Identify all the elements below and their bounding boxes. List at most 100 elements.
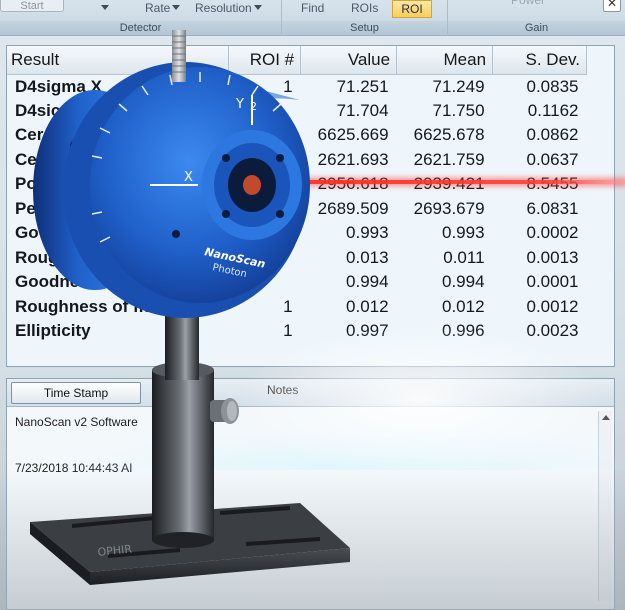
table-row[interactable]: D4sic 71.704 71.750 0.1162 <box>7 99 587 124</box>
results-header-row: Result ROI # Value Mean S. Dev. <box>7 46 587 75</box>
result-value: 6625.669 <box>317 125 389 145</box>
result-sdev: 0.0001 <box>526 272 579 292</box>
result-value: 0.994 <box>346 272 389 292</box>
header-value[interactable]: Value <box>300 46 398 75</box>
result-sdev: 0.0637 <box>526 149 579 169</box>
result-roi <box>229 270 301 295</box>
result-roi <box>229 123 301 148</box>
result-roi <box>229 221 301 246</box>
result-sdev: 0.0013 <box>526 247 579 267</box>
result-sdev: 0.0002 <box>526 223 579 243</box>
result-name: Ce <box>15 149 37 169</box>
result-name: Roughness of fit <box>15 296 150 316</box>
result-name: D4sigma X <box>15 76 102 96</box>
ribbon-toolbar: Start Rate Resolution Detector Find ROIs… <box>0 0 625 36</box>
result-name: Pe <box>15 198 36 218</box>
result-value: 0.012 <box>346 296 389 316</box>
result-mean: 0.993 <box>441 223 485 243</box>
result-sdev: 0.0862 <box>526 125 579 145</box>
rois-button[interactable]: ROIs <box>348 0 381 18</box>
notes-panel: Time Stamp Notes NanoScan v2 Software 7/… <box>6 378 615 610</box>
gain-group: Power ✕ Gain <box>448 0 625 36</box>
result-mean: 71.750 <box>432 100 485 120</box>
result-name: D4sic <box>15 100 61 120</box>
results-table: Result ROI # Value Mean S. Dev. D4sigma … <box>7 46 587 344</box>
table-row[interactable]: Po 2956.618 2939.421 8.5455 <box>7 172 587 197</box>
table-row[interactable]: Ce 2621.693 2621.759 0.0637 <box>7 148 587 173</box>
result-value: 0.997 <box>346 321 389 341</box>
table-row[interactable]: Goodnes 0.994 0.994 0.0001 <box>7 270 587 295</box>
table-row[interactable]: Pe 2689.509 2693.679 6.0831 <box>7 197 587 222</box>
result-mean: 2621.759 <box>413 149 485 169</box>
result-mean: 0.994 <box>441 272 485 292</box>
setup-group-label: Setup <box>282 21 447 35</box>
result-mean: 2693.679 <box>413 198 485 218</box>
result-roi: 1 <box>283 296 293 316</box>
result-mean: 0.011 <box>443 247 485 267</box>
result-value: 2621.693 <box>317 149 389 169</box>
result-mean: 0.012 <box>441 296 485 316</box>
laser-beam <box>250 180 625 184</box>
start-button[interactable]: Start <box>0 0 64 12</box>
header-result[interactable]: Result <box>7 46 230 75</box>
notes-line[interactable]: NanoScan v2 Software <box>15 415 138 429</box>
chevron-down-icon <box>101 5 109 10</box>
result-roi <box>229 172 301 197</box>
power-button[interactable]: Power <box>508 0 548 10</box>
table-row[interactable]: D4sigma X 1 71.251 71.249 0.0835 <box>7 74 587 99</box>
notes-line[interactable]: 7/23/2018 10:44:43 AI <box>15 461 132 475</box>
result-roi <box>229 99 301 124</box>
result-sdev: 6.0831 <box>526 198 579 218</box>
result-value: 0.013 <box>346 247 389 267</box>
result-mean: 0.996 <box>441 321 485 341</box>
setup-group: Find ROIs ROI Setup <box>282 0 448 36</box>
find-button[interactable]: Find <box>298 0 327 18</box>
result-sdev: 0.0835 <box>526 76 579 96</box>
header-sdev[interactable]: S. Dev. <box>492 46 587 75</box>
result-roi <box>229 148 301 173</box>
result-value: 2689.509 <box>317 198 389 218</box>
result-roi: 1 <box>283 321 293 341</box>
table-row[interactable]: Roughness of fit 1 0.012 0.012 0.0012 <box>7 295 587 320</box>
result-value: 2956.618 <box>301 172 397 197</box>
resolution-dropdown[interactable]: Resolution <box>192 0 265 18</box>
results-panel: Result ROI # Value Mean S. Dev. D4sigma … <box>6 45 615 367</box>
scroll-up-icon[interactable] <box>601 415 610 420</box>
result-sdev: 0.0023 <box>526 321 579 341</box>
detector-group: Start Rate Resolution Detector <box>0 0 282 36</box>
result-value: 71.251 <box>336 76 389 96</box>
result-roi: 1 <box>283 76 293 96</box>
result-roi <box>229 197 301 222</box>
result-name: Ellipticity <box>15 321 91 341</box>
header-roi[interactable]: ROI # <box>228 46 302 75</box>
result-mean: 2939.421 <box>397 172 493 197</box>
result-value: 71.704 <box>336 100 389 120</box>
header-mean[interactable]: Mean <box>396 46 494 75</box>
close-icon[interactable]: ✕ <box>603 0 621 12</box>
result-sdev: 8.5455 <box>493 172 587 197</box>
result-sdev: 0.0012 <box>526 296 579 316</box>
chevron-down-icon <box>172 5 181 10</box>
gain-group-label: Gain <box>448 21 625 35</box>
table-row[interactable]: Roug 0.013 0.011 0.0013 <box>7 246 587 271</box>
detector-group-label: Detector <box>0 21 281 35</box>
notes-title: Notes <box>267 383 299 397</box>
result-mean: 71.249 <box>432 76 485 96</box>
table-row[interactable]: Go 0.993 0.993 0.0002 <box>7 221 587 246</box>
roi-button[interactable]: ROI <box>392 0 432 18</box>
result-name: Cer <box>15 125 44 145</box>
time-stamp-button[interactable]: Time Stamp <box>11 382 141 404</box>
result-name: Po <box>15 174 37 194</box>
result-name: Go <box>15 223 39 243</box>
table-row[interactable]: Cer 6625.669 6625.678 0.0862 <box>7 123 587 148</box>
result-mean: 6625.678 <box>413 125 485 145</box>
result-name: Goodnes <box>15 272 89 292</box>
rate-dropdown[interactable]: Rate <box>142 0 183 18</box>
result-value: 0.993 <box>346 223 389 243</box>
chevron-down-icon <box>253 5 262 10</box>
result-sdev: 0.1162 <box>527 100 579 120</box>
table-row[interactable]: Ellipticity 1 0.997 0.996 0.0023 <box>7 319 587 344</box>
notes-scrollbar[interactable] <box>598 411 612 601</box>
dropdown-button[interactable] <box>96 0 112 18</box>
result-roi <box>229 246 301 271</box>
